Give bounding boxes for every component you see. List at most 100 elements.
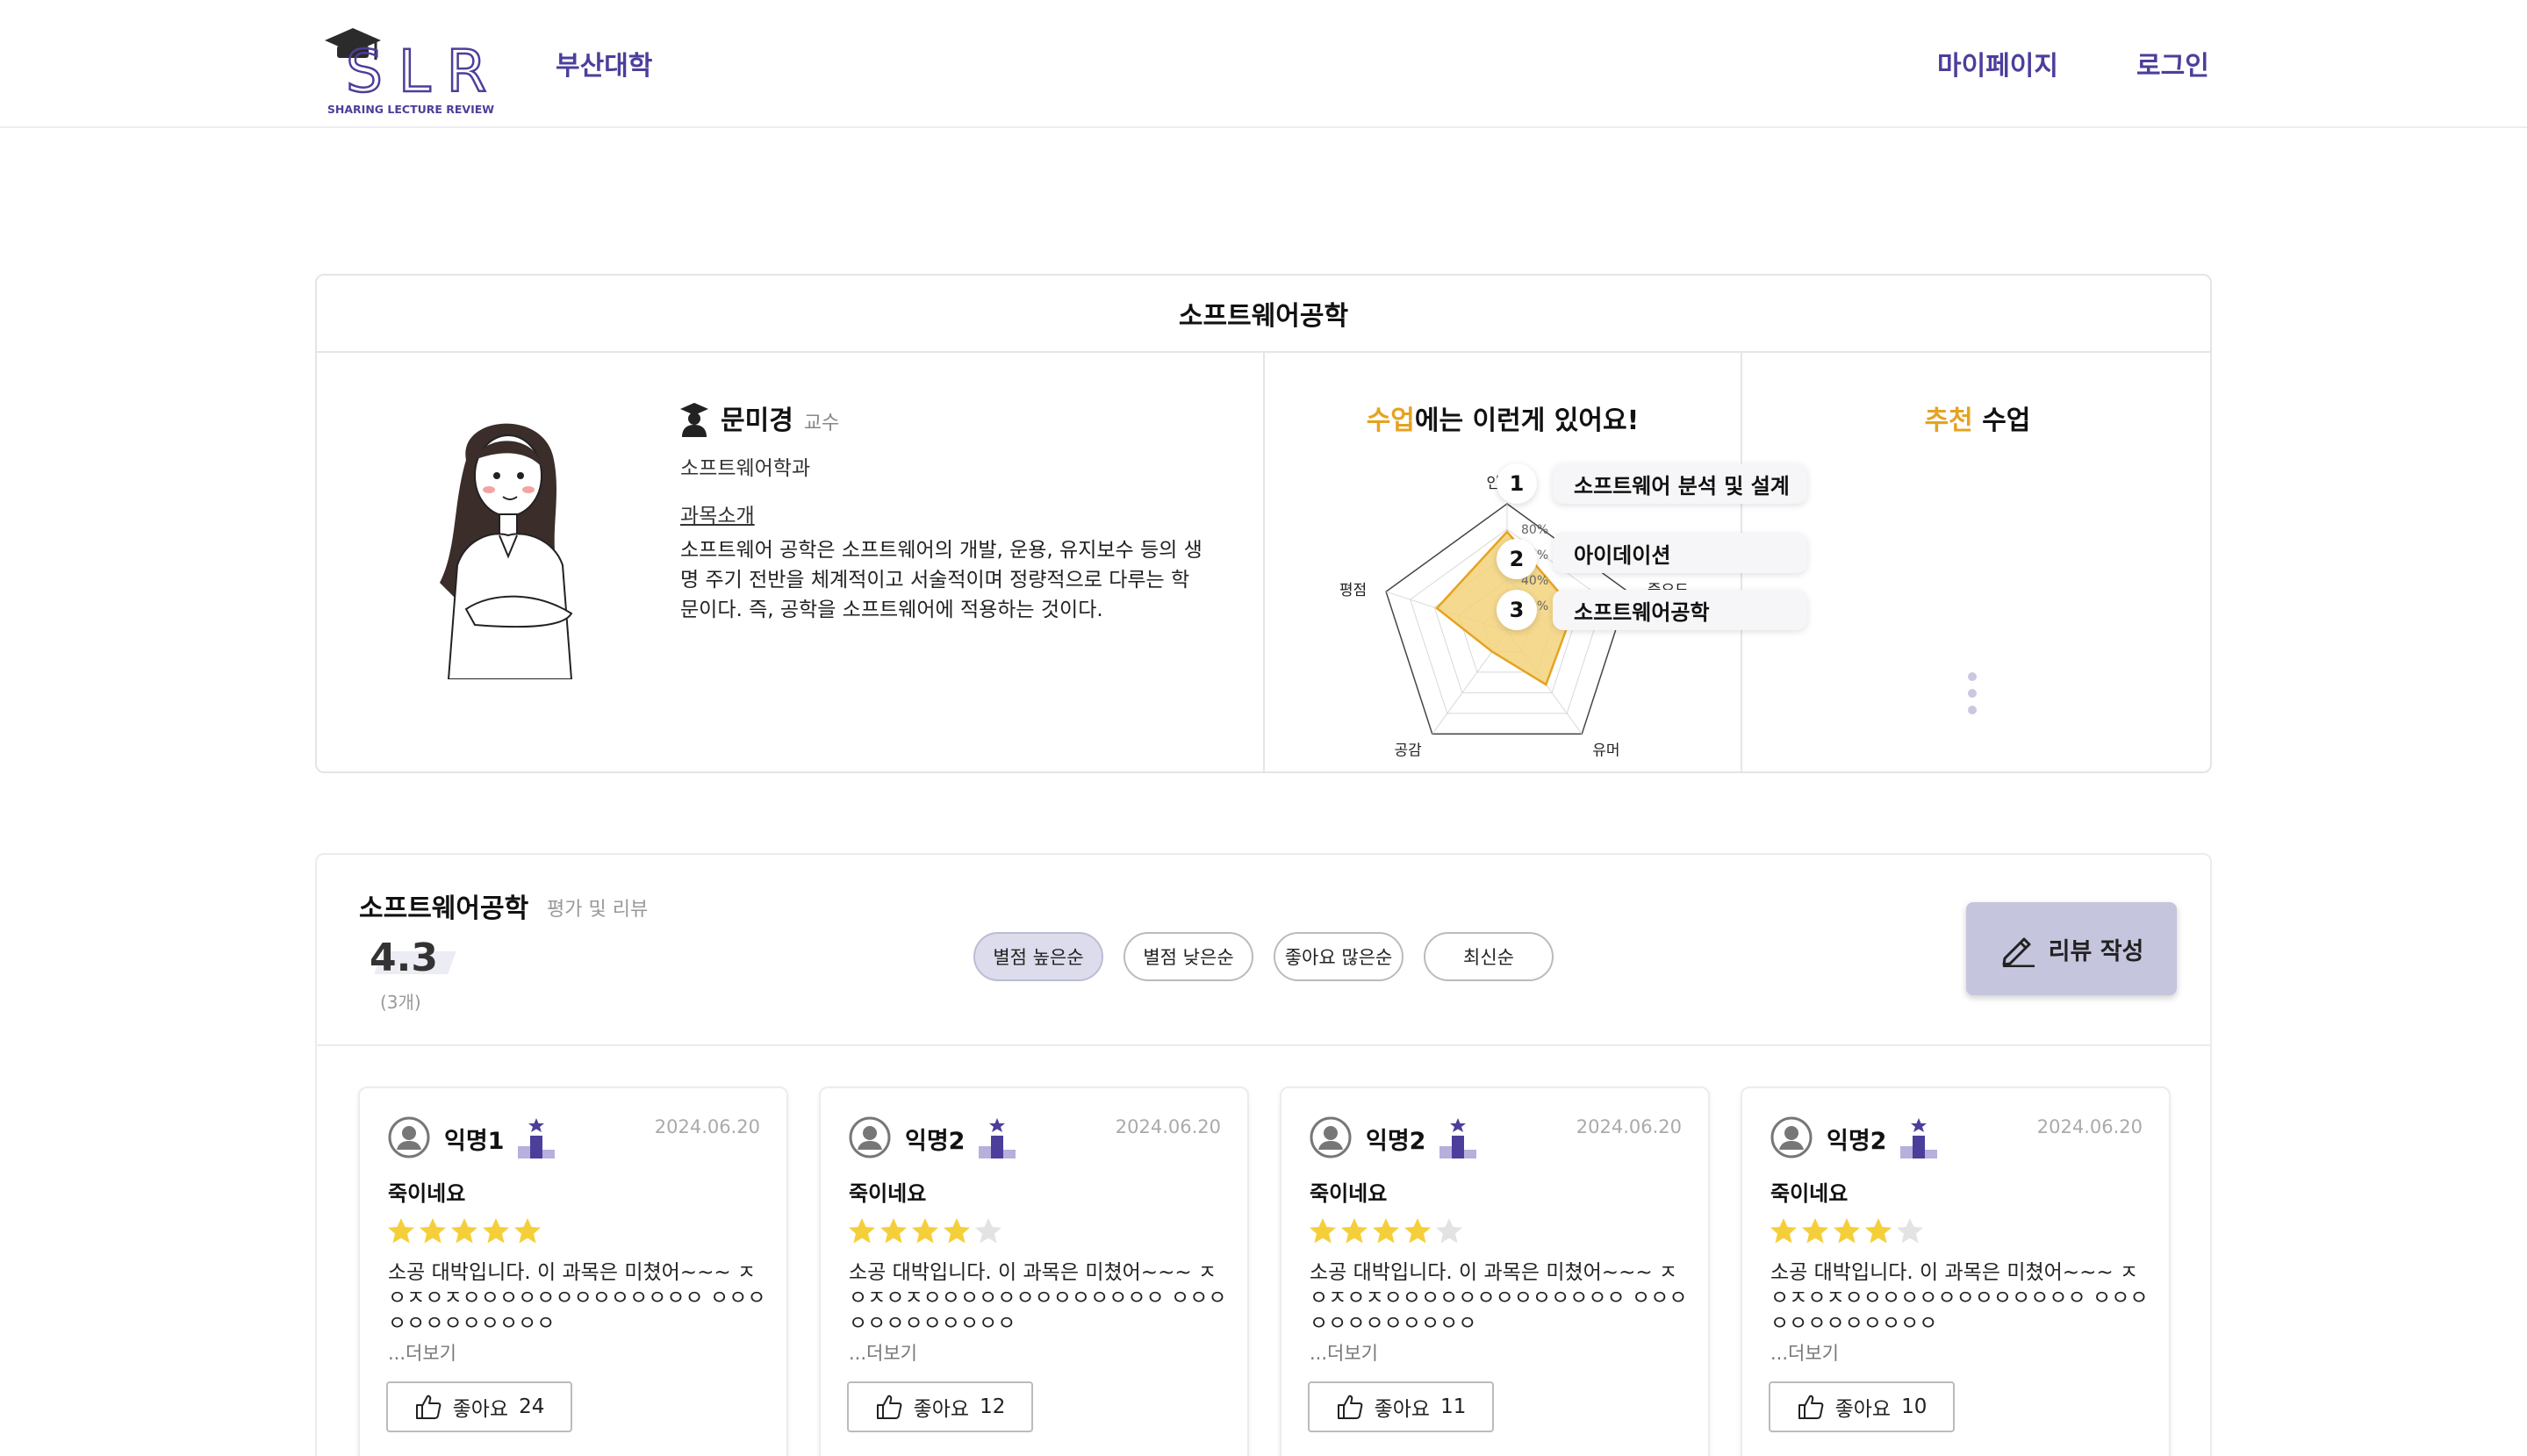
radar-heading: 수업에는 이런게 있어요! xyxy=(1265,398,1741,437)
thumbs-up-icon xyxy=(876,1395,901,1419)
review-date: 2024.06.20 xyxy=(654,1116,760,1137)
star-icon xyxy=(975,1218,1001,1244)
like-button[interactable]: 좋아요 24 xyxy=(386,1381,572,1432)
review-body: 소공 대박입니다. 이 과목은 미쳤어~~~ ㅈㅇㅈㅇㅈㅇㅇㅇㅇㅇㅇㅇㅇㅇㅇㅇㅇ… xyxy=(388,1261,766,1335)
sort-likes-button[interactable]: 좋아요 많은순 xyxy=(1274,932,1403,981)
star-icon xyxy=(1436,1218,1462,1244)
star-icon xyxy=(1310,1218,1336,1244)
radar-axis-label: 평점 xyxy=(1339,582,1367,599)
review-subtitle: 평가 및 리뷰 xyxy=(547,899,649,921)
review-author: 익명2 xyxy=(1827,1128,1887,1155)
radar-heading-text: 에는 이런게 있어요! xyxy=(1414,405,1640,436)
read-more-link[interactable]: ...더보기 xyxy=(849,1339,917,1366)
professor-name-row: 문미경 교수 xyxy=(678,398,839,437)
sort-rating-high-button[interactable]: 별점 높은순 xyxy=(973,932,1103,981)
podium-badge-icon xyxy=(1900,1118,1937,1158)
recommend-rank: 1 xyxy=(1497,463,1537,504)
recommend-item[interactable]: 2 아이데이션 xyxy=(1497,527,1807,579)
avatar-icon xyxy=(1770,1116,1813,1158)
review-date: 2024.06.20 xyxy=(1576,1116,1682,1137)
podium-badge-icon xyxy=(979,1118,1016,1158)
like-button[interactable]: 좋아요 11 xyxy=(1308,1381,1494,1432)
recommend-rank: 3 xyxy=(1497,590,1537,630)
review-title: 죽이네요 xyxy=(849,1181,927,1206)
recommend-course-name[interactable]: 아이데이션 xyxy=(1553,533,1807,573)
star-icon xyxy=(1373,1218,1399,1244)
radar-axis-label: 유머 xyxy=(1592,742,1619,759)
course-info-card: 소프트웨어공학 문미경 교수 소프트웨어학과 과목소개 소프트웨어 공학은 소프… xyxy=(315,274,2212,773)
podium-badge-icon xyxy=(1439,1118,1476,1158)
review-title: 죽이네요 xyxy=(388,1181,466,1206)
write-review-button[interactable]: 리뷰 작성 xyxy=(1966,902,2177,995)
review-body: 소공 대박입니다. 이 과목은 미쳤어~~~ ㅈㅇㅈㅇㅈㅇㅇㅇㅇㅇㅇㅇㅇㅇㅇㅇㅇ… xyxy=(1770,1261,2149,1335)
recommend-heading-accent: 추천 xyxy=(1924,405,1973,436)
avatar-icon xyxy=(388,1116,430,1158)
like-count: 24 xyxy=(519,1395,545,1418)
review-author: 익명1 xyxy=(444,1128,505,1155)
star-icon xyxy=(912,1218,938,1244)
nav-school-link[interactable]: 부산대학 xyxy=(556,44,652,82)
course-title-bar: 소프트웨어공학 xyxy=(317,276,2210,353)
like-label: 좋아요 xyxy=(913,1398,970,1421)
review-course-title: 소프트웨어공학 xyxy=(359,893,529,924)
professor-illustration xyxy=(440,423,573,679)
sort-latest-button[interactable]: 최신순 xyxy=(1424,932,1554,981)
recommend-item[interactable]: 1 소프트웨어 분석 및 설계 xyxy=(1497,463,1807,504)
recommend-course-name[interactable]: 소프트웨어 분석 및 설계 xyxy=(1553,463,1807,504)
star-rating xyxy=(847,1216,1003,1246)
recommend-course-name[interactable]: 소프트웨어공학 xyxy=(1553,590,1807,630)
recommend-item[interactable]: 3 소프트웨어공학 xyxy=(1497,590,1807,630)
read-more-link[interactable]: ...더보기 xyxy=(1770,1339,1839,1366)
star-icon xyxy=(849,1218,875,1244)
professor-title: 교수 xyxy=(803,412,840,434)
review-card[interactable]: 익명1 2024.06.20 죽이네요 소공 대박입니다. 이 과목은 미쳤어~… xyxy=(358,1087,788,1456)
like-count: 11 xyxy=(1440,1395,1467,1418)
review-title: 죽이네요 xyxy=(1770,1181,1849,1206)
like-label: 좋아요 xyxy=(1374,1398,1431,1421)
radar-axis-label: 공감 xyxy=(1394,742,1422,759)
review-card[interactable]: 익명2 2024.06.20 죽이네요 소공 대박입니다. 이 과목은 미쳤어~… xyxy=(1280,1087,1710,1456)
star-icon xyxy=(1897,1218,1923,1244)
course-intro-text: 소프트웨어 공학은 소프트웨어의 개발, 운용, 유지보수 등의 생명 주기 전… xyxy=(680,539,1202,621)
like-button[interactable]: 좋아요 10 xyxy=(1769,1381,1955,1432)
star-icon xyxy=(483,1218,509,1244)
logo-tagline: SHARING LECTURE REVIEW xyxy=(327,103,494,116)
score-value: 4.3 xyxy=(370,936,438,980)
thumbs-up-icon xyxy=(1798,1395,1823,1419)
nav-mypage-link[interactable]: 마이페이지 xyxy=(1937,44,2058,82)
review-author: 익명2 xyxy=(1366,1128,1426,1155)
nav-login-link[interactable]: 로그인 xyxy=(2136,44,2209,82)
read-more-link[interactable]: ...더보기 xyxy=(388,1339,456,1366)
top-header: SLR SHARING LECTURE REVIEW 부산대학 마이페이지 로그… xyxy=(0,0,2527,128)
sort-rating-low-button[interactable]: 별점 낮은순 xyxy=(1124,932,1253,981)
slr-logo[interactable]: SLR SHARING LECTURE REVIEW xyxy=(323,21,499,118)
review-card[interactable]: 익명2 2024.06.20 죽이네요 소공 대박입니다. 이 과목은 미쳤어~… xyxy=(1741,1087,2171,1456)
star-icon xyxy=(388,1218,414,1244)
more-vertical-icon[interactable] xyxy=(1966,671,1978,716)
write-review-label: 리뷰 작성 xyxy=(2048,937,2144,965)
radar-heading-accent: 수업 xyxy=(1366,405,1415,436)
course-intro-link[interactable]: 과목소개 xyxy=(680,498,755,528)
logo-wordmark: SLR xyxy=(346,38,499,105)
star-icon xyxy=(1865,1218,1892,1244)
thumbs-up-icon xyxy=(1337,1395,1362,1419)
recommend-heading-text: 수업 xyxy=(1972,405,2031,436)
review-author: 익명2 xyxy=(905,1128,966,1155)
divider xyxy=(317,1044,2210,1046)
read-more-link[interactable]: ...더보기 xyxy=(1310,1339,1378,1366)
star-icon xyxy=(514,1218,541,1244)
like-button[interactable]: 좋아요 12 xyxy=(847,1381,1033,1432)
like-label: 좋아요 xyxy=(452,1398,509,1421)
course-title: 소프트웨어공학 xyxy=(1178,301,1349,332)
star-icon xyxy=(1770,1218,1797,1244)
average-score: 4.3 xyxy=(370,936,457,980)
review-date: 2024.06.20 xyxy=(2036,1116,2143,1137)
star-icon xyxy=(1341,1218,1368,1244)
review-card[interactable]: 익명2 2024.06.20 죽이네요 소공 대박입니다. 이 과목은 미쳤어~… xyxy=(819,1087,1249,1456)
star-icon xyxy=(1404,1218,1431,1244)
professor-name: 문미경 xyxy=(721,405,793,436)
like-count: 10 xyxy=(1901,1395,1928,1418)
star-rating xyxy=(1769,1216,1925,1246)
review-date: 2024.06.20 xyxy=(1115,1116,1221,1137)
star-rating xyxy=(1308,1216,1464,1246)
